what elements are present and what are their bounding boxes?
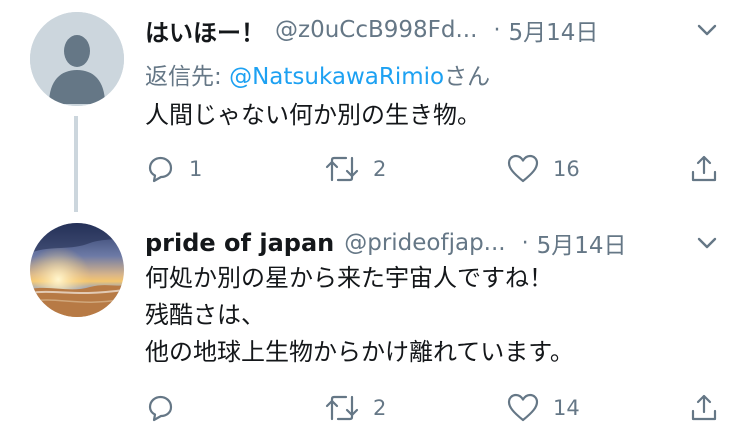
- reply-icon: [148, 395, 173, 422]
- retweet-icon: [325, 156, 359, 182]
- reply-mention-link[interactable]: @NatsukawaRimio: [229, 64, 444, 90]
- tweet-text: 何処か別の星から来た宇宙人ですね！ 残酷さは、 他の地球上生物からかけ離れていま…: [145, 260, 574, 371]
- retweet-count: 2: [373, 157, 387, 181]
- reply-to-line: 返信先: @NatsukawaRimioさん: [145, 57, 490, 91]
- reply-button[interactable]: [145, 391, 189, 425]
- retweet-button[interactable]: 2: [325, 152, 386, 186]
- reply-suffix: さん: [444, 64, 491, 90]
- retweet-button[interactable]: 2: [325, 391, 386, 425]
- tweet-text-line: 人間じゃない何か別の生き物。: [145, 101, 481, 129]
- share-button[interactable]: [689, 391, 719, 425]
- display-name[interactable]: pride of japan: [145, 229, 334, 257]
- tweet-date[interactable]: 5月14日: [537, 226, 627, 260]
- user-handle[interactable]: @z0uCcB998Fd...: [275, 17, 477, 43]
- tweet-date[interactable]: 5月14日: [508, 13, 598, 47]
- tweet-actions: 1 2 16: [145, 152, 725, 186]
- avatar[interactable]: [30, 223, 124, 317]
- like-count: 16: [553, 157, 580, 181]
- tweet-header: pride of japan @prideofjap... · 5月14日: [145, 223, 627, 263]
- sunset-beach-avatar: [30, 223, 124, 317]
- reply-count: 1: [189, 157, 203, 181]
- separator-dot: ·: [521, 230, 529, 256]
- tweet-2[interactable]: pride of japan @prideofjap... · 5月14日 何処…: [0, 215, 750, 430]
- heart-icon: [507, 393, 539, 422]
- tweet-text: 人間じゃない何か別の生き物。: [145, 97, 481, 134]
- tweet-1[interactable]: はいほー！ @z0uCcB998Fd... · 5月14日 返信先: @Nats…: [0, 0, 750, 215]
- user-handle[interactable]: @prideofjap...: [344, 230, 505, 256]
- share-icon: [691, 394, 717, 421]
- share-icon: [691, 155, 717, 182]
- tweet-text-line: 何処か別の星から来た宇宙人ですね！: [145, 264, 553, 292]
- reply-button[interactable]: 1: [145, 152, 202, 186]
- reply-to-label: 返信先:: [145, 64, 230, 90]
- avatar[interactable]: [30, 12, 124, 106]
- share-button[interactable]: [689, 152, 719, 186]
- tweet-actions: 2 14: [145, 391, 725, 425]
- retweet-count: 2: [373, 396, 387, 420]
- tweet-text-line: 他の地球上生物からかけ離れています。: [145, 338, 574, 366]
- separator-dot: ·: [493, 17, 501, 43]
- tweet-text-line: 残酷さは、: [145, 301, 265, 329]
- like-count: 14: [553, 396, 580, 420]
- display-name[interactable]: はいほー！: [145, 13, 265, 48]
- like-button[interactable]: 16: [507, 152, 580, 186]
- thread-line: [74, 116, 78, 212]
- retweet-icon: [325, 395, 359, 421]
- heart-icon: [507, 154, 539, 183]
- chevron-down-icon[interactable]: [694, 17, 720, 43]
- reply-icon: [148, 156, 173, 183]
- like-button[interactable]: 14: [507, 391, 580, 425]
- default-avatar-icon: [30, 12, 124, 106]
- chevron-down-icon[interactable]: [694, 230, 720, 256]
- tweet-header: はいほー！ @z0uCcB998Fd... · 5月14日: [145, 10, 598, 50]
